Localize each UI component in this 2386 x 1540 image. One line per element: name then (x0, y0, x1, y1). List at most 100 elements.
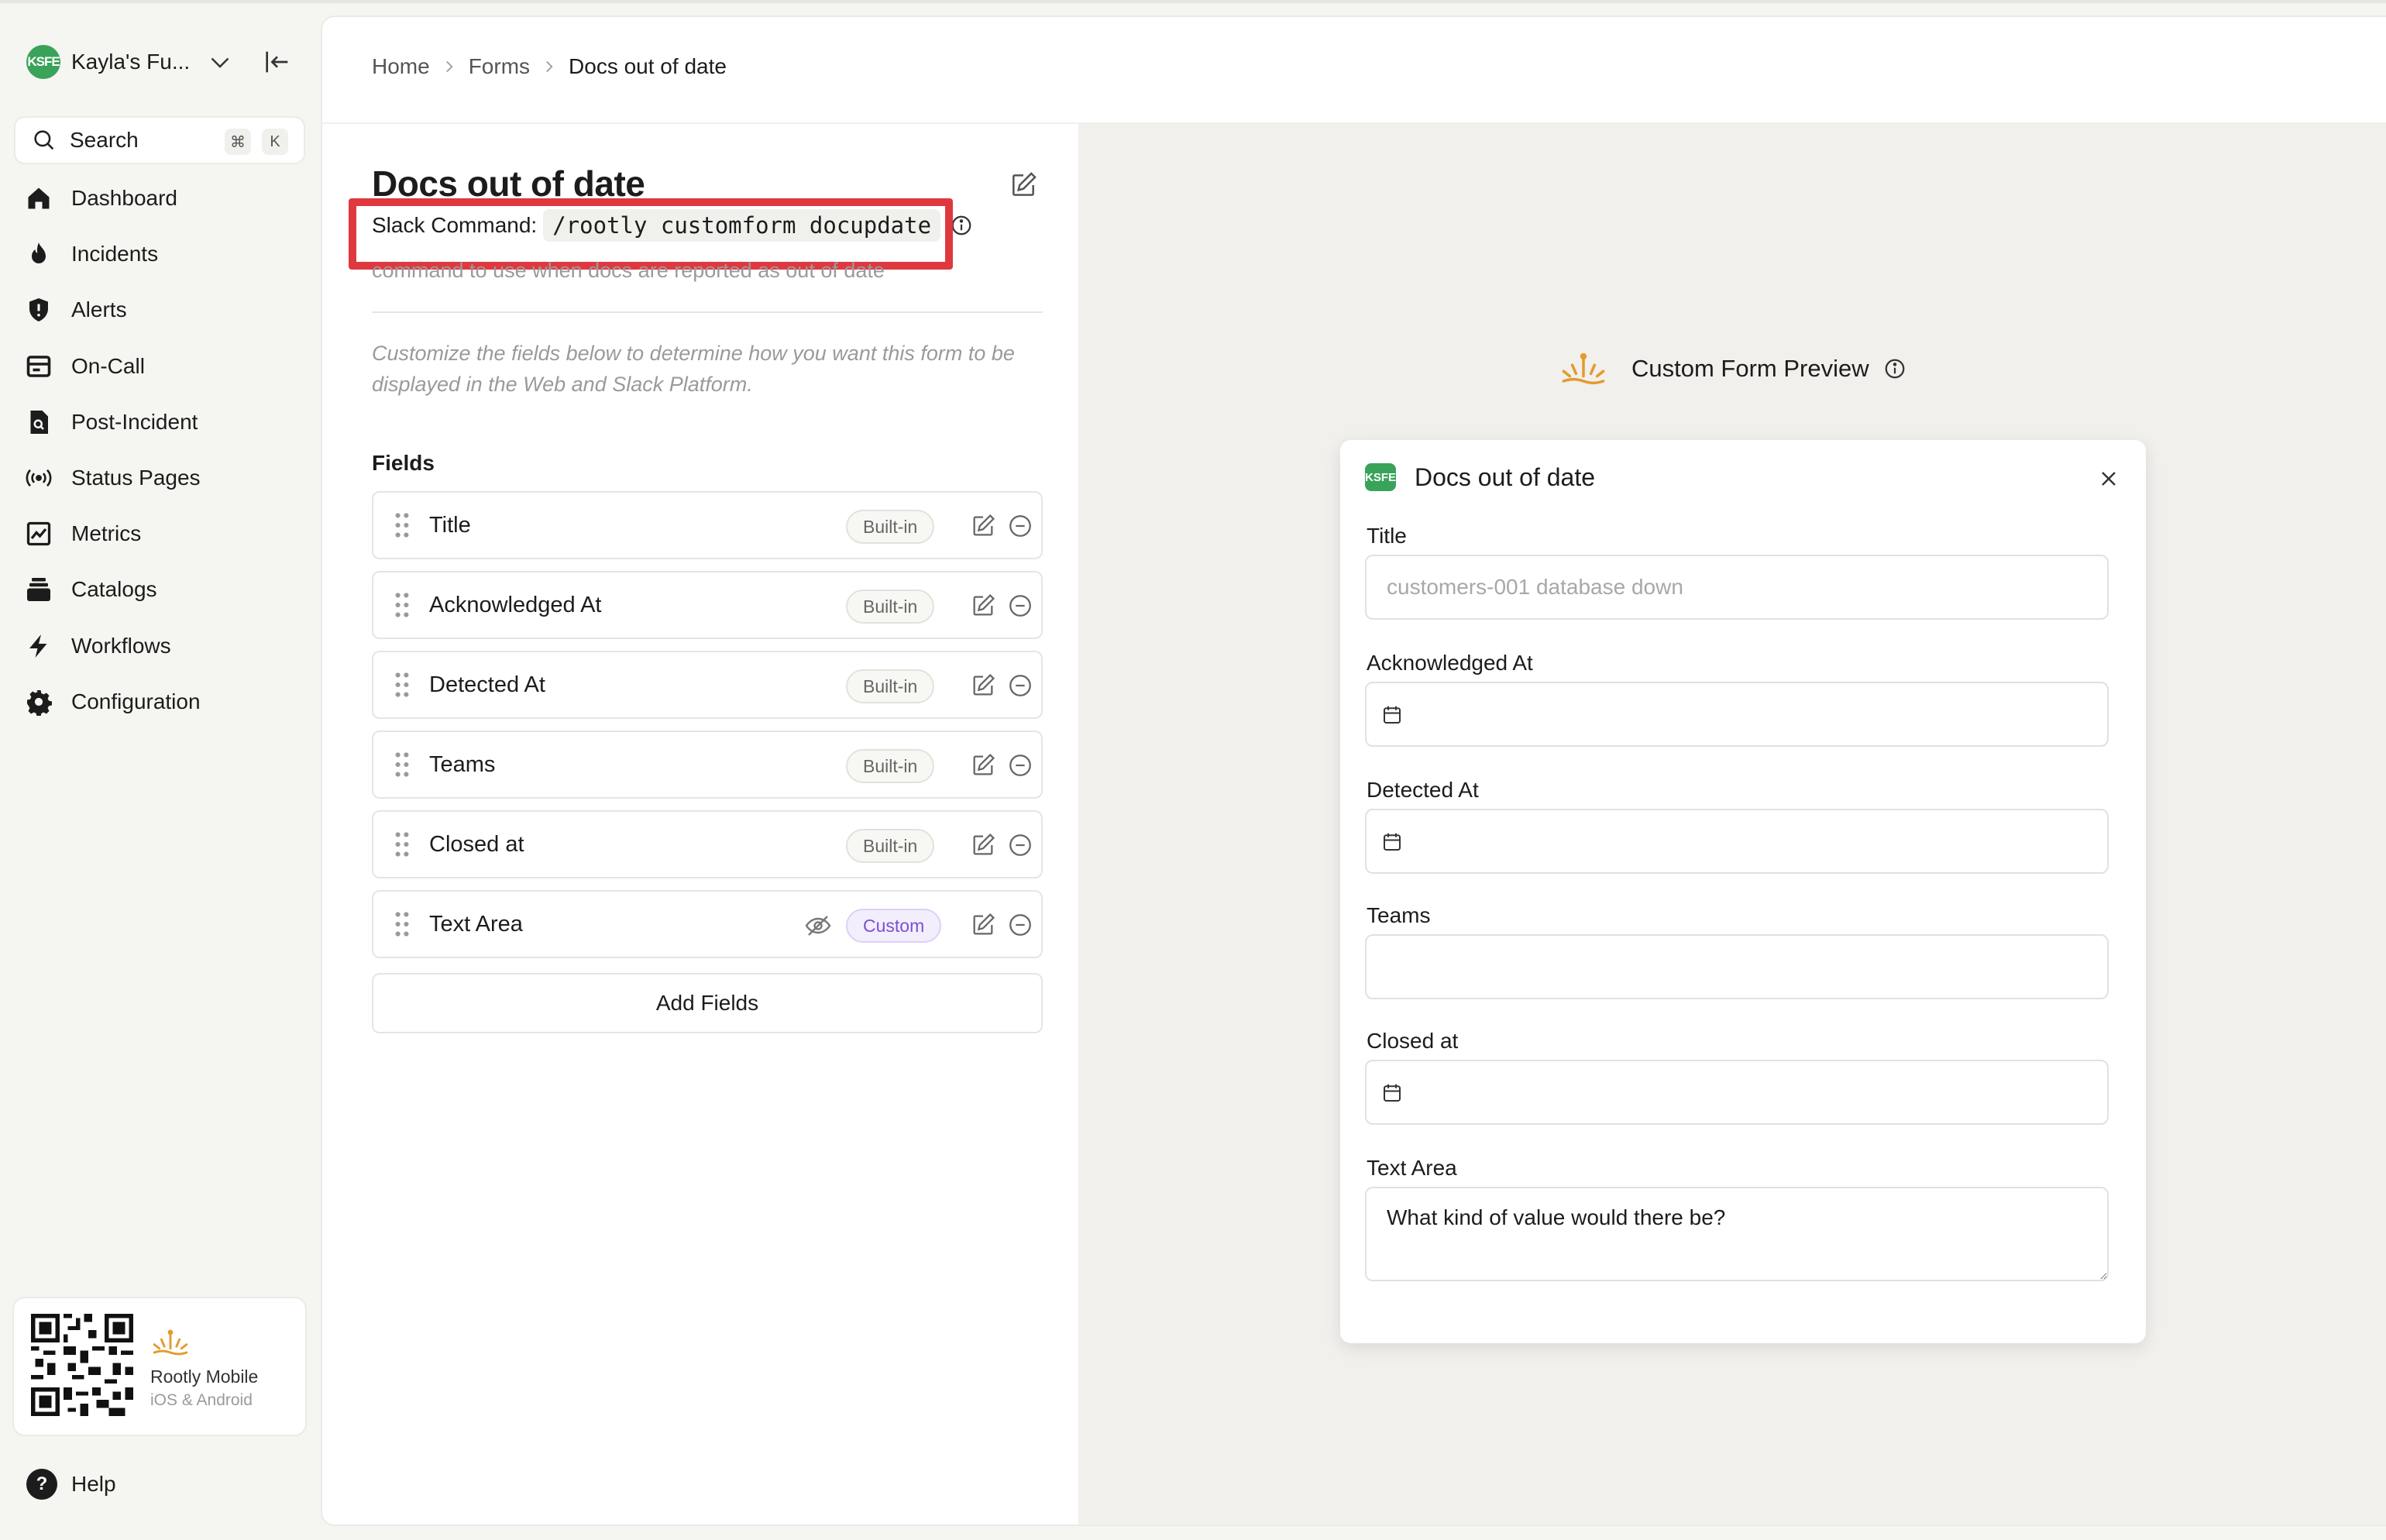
rootly-mobile-card[interactable]: Rootly Mobile iOS & Android (12, 1297, 307, 1436)
collapse-sidebar-icon[interactable] (262, 46, 293, 77)
broadcast-icon (23, 462, 54, 493)
kbd-k: K (262, 129, 288, 155)
acknowledged-at-label: Acknowledged At (1367, 651, 1533, 675)
chevron-right-icon (546, 60, 553, 73)
search-bar[interactable]: Search ⌘ K (14, 116, 305, 164)
field-row[interactable]: Closed at Built-in (372, 810, 1043, 878)
edit-icon[interactable] (1009, 170, 1038, 200)
closed-at-label: Closed at (1367, 1029, 1459, 1053)
sidebar-item-configuration[interactable]: Configuration (23, 674, 302, 730)
field-list: Title Built-in Acknowledged At Built-in … (372, 491, 1043, 970)
edit-icon[interactable] (970, 912, 996, 938)
edit-icon[interactable] (970, 672, 996, 699)
calendar-icon (1384, 706, 1401, 724)
text-area-input[interactable]: What kind of value would there be? (1365, 1187, 2109, 1281)
info-icon[interactable] (950, 214, 973, 237)
stack-icon (23, 574, 54, 605)
sidebar-item-dashboard[interactable]: Dashboard (23, 170, 302, 226)
builtin-badge: Built-in (846, 510, 935, 544)
drag-handle-icon[interactable] (394, 830, 411, 858)
detected-at-label: Detected At (1367, 778, 1479, 802)
edit-icon[interactable] (970, 593, 996, 619)
window-top-edge (0, 0, 2386, 3)
fields-heading: Fields (372, 451, 435, 475)
sidebar-item-label: Catalogs (71, 577, 157, 602)
remove-icon[interactable] (1007, 912, 1033, 938)
workspace-avatar: KSFE (1365, 463, 1396, 491)
help-label: Help (71, 1472, 116, 1496)
main-panel: Home Forms Docs out of date Docs out of … (321, 15, 2386, 1526)
help-icon: ? (26, 1469, 57, 1500)
slack-command-label: Slack Command: (372, 213, 538, 237)
builtin-badge: Built-in (846, 590, 935, 624)
calendar-icon (1384, 1084, 1401, 1102)
sidebar-item-incidents[interactable]: Incidents (23, 226, 302, 282)
sidebar-item-alerts[interactable]: Alerts (23, 282, 302, 338)
breadcrumb-current: Docs out of date (569, 54, 727, 78)
form-editor: Docs out of date Slack Command: /rootly … (322, 124, 1078, 1525)
search-label: Search (70, 128, 139, 152)
close-icon[interactable] (2096, 466, 2121, 491)
teams-select[interactable] (1365, 934, 2109, 999)
field-name: Acknowledged At (429, 593, 602, 617)
chevron-down-icon[interactable] (206, 48, 234, 76)
slack-command-code[interactable]: /rootly customform docupdate (543, 209, 941, 242)
acknowledged-at-date-input[interactable] (1365, 682, 2109, 747)
help-link[interactable]: ? Help (26, 1469, 116, 1500)
modal-title: Docs out of date (1415, 463, 1596, 491)
form-preview-panel: Custom Form Preview KSFE Docs out of dat… (1078, 124, 2386, 1525)
sidebar-item-post-incident[interactable]: Post-Incident (23, 394, 302, 450)
form-description: command to use when docs are reported as… (372, 259, 885, 282)
text-area-label: Text Area (1367, 1156, 1457, 1180)
sidebar-item-workflows[interactable]: Workflows (23, 618, 302, 674)
eye-off-icon[interactable] (804, 912, 832, 940)
chevron-right-icon (445, 60, 453, 73)
drag-handle-icon[interactable] (394, 511, 411, 539)
closed-at-date-input[interactable] (1365, 1060, 2109, 1125)
preview-modal: KSFE Docs out of date Title Acknowledged… (1340, 440, 2146, 1343)
rootly-logo (153, 1329, 188, 1356)
shield-alert-icon (23, 294, 54, 325)
sidebar-item-metrics[interactable]: Metrics (23, 506, 302, 562)
breadcrumb: Home Forms Docs out of date (372, 54, 727, 79)
title-field-label: Title (1367, 524, 1407, 548)
breadcrumb-forms[interactable]: Forms (469, 54, 530, 79)
edit-icon[interactable] (970, 832, 996, 858)
sidebar-item-label: Incidents (71, 242, 159, 266)
sidebar-item-label: Dashboard (71, 186, 177, 211)
sidebar-item-catalogs[interactable]: Catalogs (23, 562, 302, 617)
calendar-icon (23, 351, 54, 382)
field-row[interactable]: Text Area Custom (372, 890, 1043, 958)
remove-icon[interactable] (1007, 593, 1033, 619)
field-row[interactable]: Title Built-in (372, 491, 1043, 559)
document-search-icon (23, 407, 54, 438)
sidebar-item-status-pages[interactable]: Status Pages (23, 450, 302, 506)
gear-icon (23, 686, 54, 717)
field-row[interactable]: Acknowledged At Built-in (372, 571, 1043, 639)
field-row[interactable]: Teams Built-in (372, 730, 1043, 799)
add-fields-button[interactable]: Add Fields (372, 973, 1043, 1033)
remove-icon[interactable] (1007, 752, 1033, 779)
field-row[interactable]: Detected At Built-in (372, 651, 1043, 719)
field-name: Teams (429, 752, 496, 777)
calendar-icon (1384, 833, 1401, 851)
drag-handle-icon[interactable] (394, 591, 411, 619)
remove-icon[interactable] (1007, 513, 1033, 539)
edit-icon[interactable] (970, 752, 996, 779)
remove-icon[interactable] (1007, 672, 1033, 699)
workspace-switcher[interactable]: KSFE Kayla's Fu... (26, 42, 297, 82)
chart-icon (23, 518, 54, 549)
slack-command-row: Slack Command: /rootly customform docupd… (372, 209, 973, 242)
info-icon[interactable] (1883, 357, 1906, 380)
divider (372, 311, 1043, 313)
edit-icon[interactable] (970, 513, 996, 539)
breadcrumb-home[interactable]: Home (372, 54, 430, 79)
detected-at-date-input[interactable] (1365, 809, 2109, 874)
remove-icon[interactable] (1007, 832, 1033, 858)
form-title: Docs out of date (372, 163, 645, 204)
drag-handle-icon[interactable] (394, 671, 411, 699)
drag-handle-icon[interactable] (394, 910, 411, 938)
title-input[interactable] (1365, 555, 2109, 620)
drag-handle-icon[interactable] (394, 751, 411, 779)
sidebar-item-on-call[interactable]: On-Call (23, 339, 302, 394)
